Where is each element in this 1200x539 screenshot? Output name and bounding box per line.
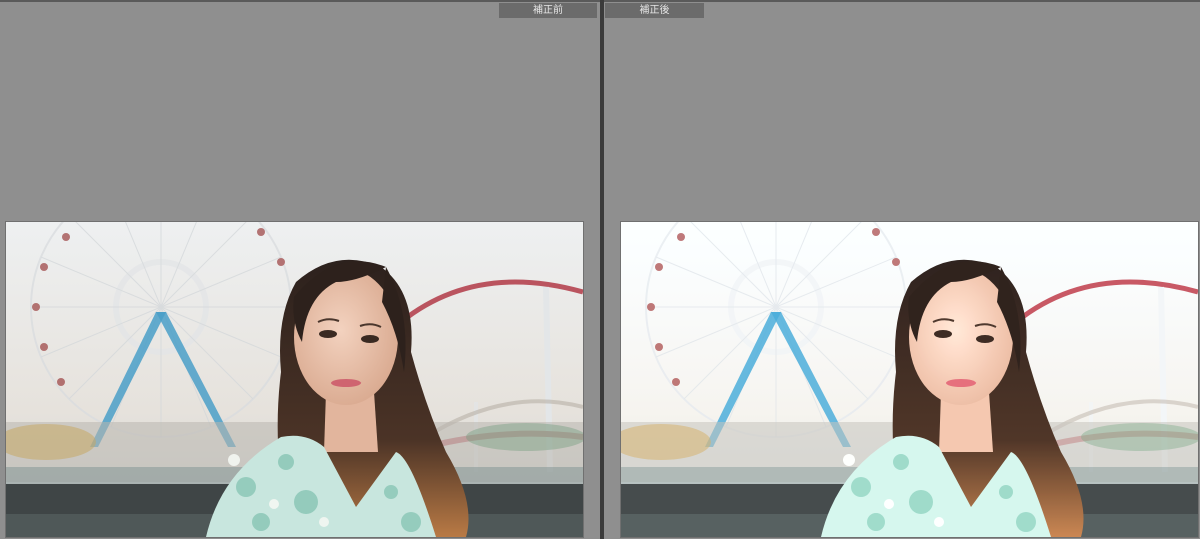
after-pane: 補正後 (604, 2, 1200, 539)
before-pane: 補正前 (0, 2, 600, 539)
after-photo[interactable] (620, 221, 1199, 538)
after-label: 補正後 (605, 3, 704, 18)
before-photo[interactable] (5, 221, 584, 538)
portrait-image (621, 222, 1198, 537)
portrait-image (6, 222, 583, 537)
before-label: 補正前 (499, 3, 597, 18)
